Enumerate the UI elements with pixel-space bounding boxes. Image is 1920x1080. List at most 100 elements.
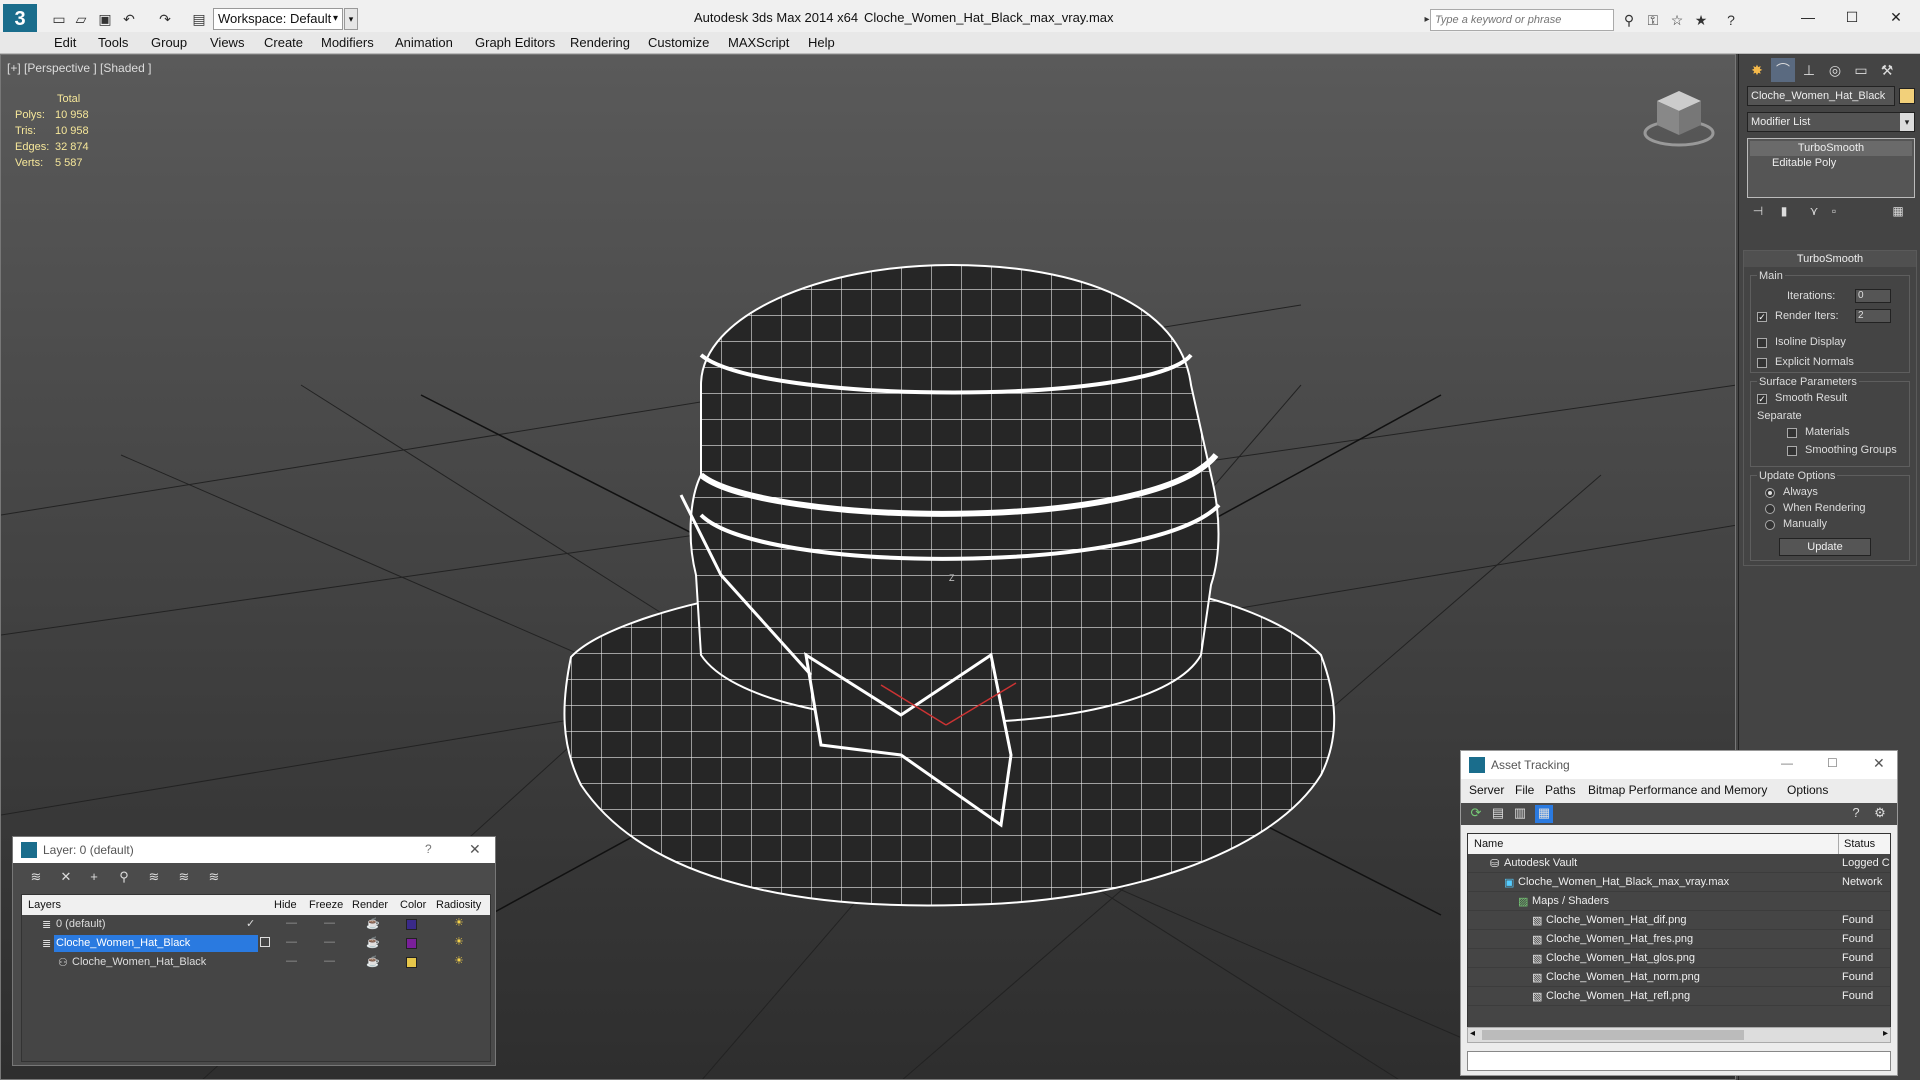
asset-row[interactable]: ▧ Cloche_Women_Hat_refl.png Found [1468,987,1890,1006]
rollout-header[interactable]: TurboSmooth [1744,251,1916,267]
layer-dialog-titlebar[interactable]: Layer: 0 (default) ? ✕ [13,837,495,863]
remove-modifier-icon[interactable]: ▫ [1825,204,1843,222]
update-button[interactable]: Update [1779,538,1871,556]
pin-stack-icon[interactable]: ⊣ [1749,204,1767,222]
refresh-icon[interactable]: ⟳ [1467,805,1485,823]
maximize-icon[interactable]: ☐ [1830,4,1874,30]
asset-row[interactable]: ▧ Cloche_Women_Hat_norm.png Found [1468,968,1890,987]
object-name-field[interactable]: Cloche_Women_Hat_Black [1747,86,1895,106]
render-teapot-icon[interactable]: ☕ [366,936,380,949]
make-unique-icon[interactable]: ⋎ [1805,204,1823,222]
new-file-icon[interactable]: ▭ [50,10,68,28]
when-rendering-radio[interactable] [1765,504,1775,514]
communication-center-icon[interactable]: ⚿ [1644,11,1662,29]
hide-toggle[interactable]: — [286,936,297,948]
scroll-left-icon[interactable]: ◂ [1470,1028,1475,1039]
minimize-icon[interactable]: — [1781,756,1793,770]
asset-dialog-titlebar[interactable]: Asset Tracking — ☐ ✕ [1461,751,1897,779]
asset-row[interactable]: ⛁ Autodesk Vault Logged C [1468,854,1890,873]
list-view-icon[interactable]: ▤ [1489,805,1507,823]
viewcube-icon[interactable] [1641,85,1717,151]
workspace-select[interactable]: Workspace: Default [213,8,343,30]
current-layer-check-icon[interactable]: ✓ [246,917,255,930]
manually-radio[interactable] [1765,520,1775,530]
column-freeze[interactable]: Freeze [309,899,343,911]
delete-layer-icon[interactable]: ✕ [57,869,75,887]
render-iters-spinner[interactable]: 2 [1855,309,1891,323]
menu-tools[interactable]: Tools [98,35,128,50]
close-icon[interactable]: ✕ [469,841,481,858]
modifier-list-dropdown[interactable]: Modifier List ▾ [1747,112,1915,132]
binoculars-icon[interactable]: ⚲ [1620,11,1638,29]
isoline-display-checkbox[interactable] [1757,338,1767,348]
menu-group[interactable]: Group [151,35,187,50]
explicit-normals-checkbox[interactable] [1757,358,1767,368]
minimize-icon[interactable]: — [1786,4,1830,30]
help-icon[interactable]: ? [1722,11,1740,29]
create-layer-icon[interactable]: ≋ [27,869,45,887]
undo-icon[interactable]: ↶ [120,10,138,28]
menu-modifiers[interactable]: Modifiers [321,35,374,50]
column-radiosity[interactable]: Radiosity [436,899,481,911]
star-icon[interactable]: ★ [1692,11,1710,29]
radiosity-icon[interactable]: ☀ [454,935,464,948]
menu-customize[interactable]: Customize [648,35,709,50]
hide-toggle[interactable]: — [286,917,297,929]
show-end-result-icon[interactable]: ▮ [1775,204,1793,222]
tree-view-icon[interactable]: ▥ [1511,805,1529,823]
column-divider[interactable] [1838,834,1839,854]
create-tab-icon[interactable]: ✸ [1745,58,1769,82]
menu-maxscript[interactable]: MAXScript [728,35,789,50]
maximize-icon[interactable]: ☐ [1827,756,1838,770]
app-logo-button[interactable]: 3 [3,4,37,34]
asset-menu-paths[interactable]: Paths [1545,783,1576,797]
iterations-spinner[interactable]: 0 [1855,289,1891,303]
freeze-toggle[interactable]: — [324,936,335,948]
stack-item-editable-poly[interactable]: Editable Poly [1750,156,1912,171]
column-color[interactable]: Color [400,899,426,911]
layer-color-swatch[interactable] [406,957,417,968]
column-layers[interactable]: Layers [28,899,61,911]
table-view-icon[interactable]: ▦ [1535,805,1553,823]
viewport-label[interactable]: [+] [Perspective ] [Shaded ] [7,61,151,75]
save-icon[interactable]: ▣ [96,10,114,28]
asset-menu-file[interactable]: File [1515,783,1534,797]
column-render[interactable]: Render [352,899,388,911]
utilities-tab-icon[interactable]: ⚒ [1875,58,1899,82]
add-to-layer-icon[interactable]: + [85,869,103,887]
menu-graph-editors[interactable]: Graph Editors [475,35,555,50]
asset-path-field[interactable] [1467,1051,1891,1071]
search-input[interactable] [1430,9,1614,31]
close-icon[interactable]: ✕ [1873,755,1885,772]
redo-icon[interactable]: ↷ [156,10,174,28]
horizontal-scrollbar[interactable]: ◂ ▸ [1467,1027,1891,1043]
hide-toggle[interactable]: — [286,955,297,967]
menu-create[interactable]: Create [264,35,303,50]
column-hide[interactable]: Hide [274,899,297,911]
menu-edit[interactable]: Edit [54,35,76,50]
asset-row[interactable]: ▧ Cloche_Women_Hat_dif.png Found [1468,911,1890,930]
open-file-icon[interactable]: ▱ [72,10,90,28]
help-icon[interactable]: ? [1847,805,1865,823]
settings-icon[interactable]: ⚙ [1871,805,1889,823]
layer-color-swatch[interactable] [406,919,417,930]
layer-color-swatch[interactable] [406,938,417,949]
asset-row[interactable]: ▨ Maps / Shaders [1468,892,1890,911]
smooth-result-checkbox[interactable]: ✓ [1757,394,1767,404]
column-name[interactable]: Name [1474,838,1503,850]
scrollbar-thumb[interactable] [1482,1030,1744,1040]
workspace-dropdown-button[interactable]: ▾ [344,8,358,30]
asset-row[interactable]: ▣ Cloche_Women_Hat_Black_max_vray.max Netw… [1468,873,1890,892]
layer-row[interactable]: ≣ Cloche_Women_Hat_Black — — ☕ ☀ [22,934,490,953]
render-iters-checkbox[interactable]: ✓ [1757,312,1767,322]
hide-all-layers-icon[interactable]: ≋ [175,869,193,887]
asset-row[interactable]: ▧ Cloche_Women_Hat_glos.png Found [1468,949,1890,968]
radiosity-icon[interactable]: ☀ [454,916,464,929]
layer-select-box[interactable] [260,937,270,947]
freeze-all-layers-icon[interactable]: ≋ [205,869,223,887]
freeze-toggle[interactable]: — [324,955,335,967]
always-radio[interactable] [1765,488,1775,498]
motion-tab-icon[interactable]: ◎ [1823,58,1847,82]
menu-rendering[interactable]: Rendering [570,35,630,50]
freeze-toggle[interactable]: — [324,917,335,929]
